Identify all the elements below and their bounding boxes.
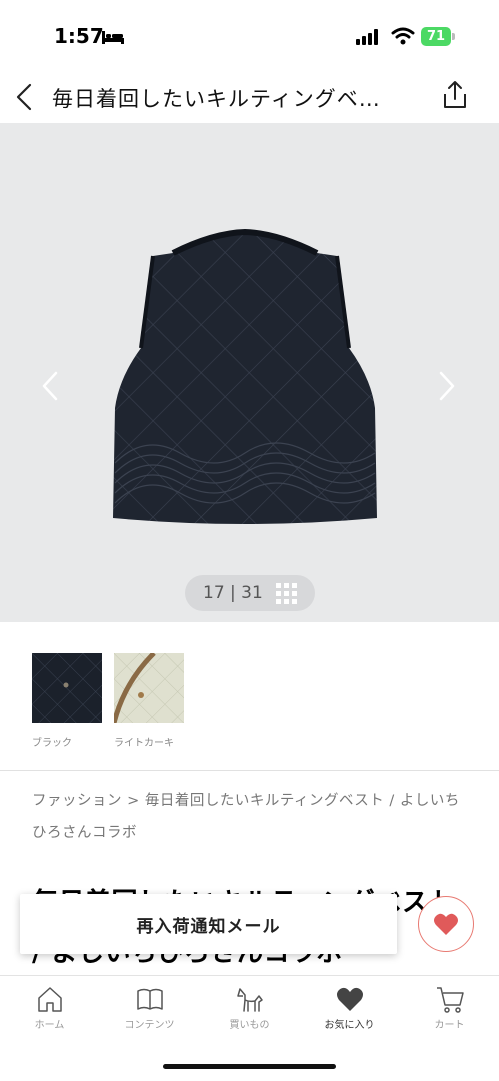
tab-label-cart: カート (434, 1020, 465, 1031)
favorite-button[interactable] (418, 896, 474, 952)
next-image-icon[interactable] (435, 370, 459, 402)
page-title: 毎日着回したいキルティングベ… (52, 87, 381, 111)
divider (0, 770, 499, 771)
image-counter-text: 17 | 31 (203, 583, 263, 603)
cart-icon (436, 987, 464, 1013)
back-chevron-icon[interactable] (12, 82, 38, 112)
breadcrumb[interactable]: ファッション > 毎日着回したいキルティングベスト / よしいちひろさんコラボ (32, 785, 472, 849)
tab-favorites[interactable]: お気に入り (300, 984, 399, 1031)
wifi-icon (391, 27, 415, 45)
tab-label-home: ホーム (34, 1020, 65, 1031)
bed-icon (102, 31, 124, 44)
grid-icon[interactable] (276, 583, 297, 604)
book-icon (136, 988, 163, 1010)
tab-label-favorites: お気に入り (324, 1020, 375, 1031)
previous-image-icon[interactable] (38, 370, 62, 402)
status-bar: 1:57 71 (0, 0, 499, 70)
share-icon[interactable] (441, 80, 469, 110)
swatch-label-black: ブラック (32, 738, 72, 749)
dog-icon (236, 988, 263, 1012)
tab-contents[interactable]: コンテンツ (100, 984, 199, 1031)
color-swatch-light-khaki[interactable] (114, 653, 184, 723)
tab-cart[interactable]: カート (400, 984, 499, 1031)
swatch-label-light-khaki: ライトカーキ (114, 738, 174, 749)
tab-home[interactable]: ホーム (0, 984, 99, 1031)
heart-icon (336, 987, 363, 1011)
heart-icon (434, 913, 458, 935)
image-counter[interactable]: 17 | 31 (185, 575, 315, 611)
tab-label-contents: コンテンツ (124, 1020, 175, 1031)
color-swatch-black[interactable] (32, 653, 102, 723)
battery-indicator: 71 (421, 27, 451, 46)
tab-shopping[interactable]: 買いもの (200, 984, 299, 1031)
product-image (113, 228, 377, 524)
tab-label-shopping: 買いもの (229, 1020, 270, 1031)
home-icon (37, 987, 62, 1012)
restock-notification-button[interactable]: 再入荷通知メール (20, 894, 397, 954)
battery-cap (452, 33, 455, 40)
home-indicator[interactable] (163, 1064, 336, 1069)
product-image-gallery[interactable]: 17 | 31 (0, 123, 499, 622)
signal-icon (356, 29, 378, 45)
status-time: 1:57 (54, 24, 104, 48)
